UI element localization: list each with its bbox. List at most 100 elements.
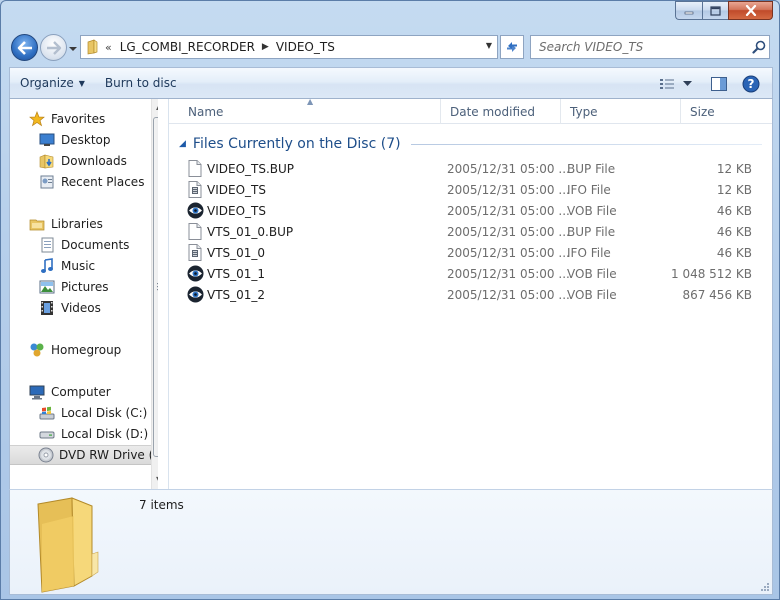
ifo-file-icon [187, 244, 203, 261]
group-header[interactable]: ◢ Files Currently on the Disc (7) [179, 133, 762, 155]
explorer-window: « LG_COMBI_RECORDER ▶ VIDEO_TS ▼ Organiz… [0, 0, 780, 600]
hard-drive-icon [38, 426, 56, 442]
scroll-up-icon[interactable]: ▲ [156, 102, 158, 111]
nav-scrollbar[interactable]: ▲ ▼ [151, 99, 158, 489]
nav-pictures[interactable]: Pictures [10, 277, 158, 297]
nav-favorites[interactable]: Favorites [10, 109, 158, 129]
file-row[interactable]: VTS_01_0 2005/12/31 05:00 ... IFO File 46 K… [169, 242, 772, 263]
file-row[interactable]: VIDEO_TS 2005/12/31 05:00 ... VOB File 46 K… [169, 200, 772, 221]
blank-file-icon [187, 160, 203, 177]
file-type: IFO File [567, 182, 611, 197]
organize-button[interactable]: Organize ▼ [10, 71, 95, 95]
file-list: Name ▲ Date modified Type Size ◢ Files C… [169, 97, 772, 489]
nav-desktop[interactable]: Desktop [10, 130, 158, 150]
burn-label: Burn to disc [104, 76, 177, 90]
refresh-button[interactable] [500, 35, 524, 59]
file-type: VOB File [567, 266, 617, 281]
nav-libraries[interactable]: Libraries [10, 214, 158, 234]
column-size-label: Size [690, 104, 715, 119]
breadcrumb-separator-icon[interactable]: ▶ [259, 42, 272, 52]
file-name: VTS_01_0 [207, 245, 266, 260]
nav-homegroup[interactable]: Homegroup [10, 340, 158, 360]
nav-local-disk-d[interactable]: Local Disk (D:) [10, 424, 158, 444]
nav-music[interactable]: Music [10, 256, 158, 276]
resize-grip-icon[interactable] [760, 582, 770, 592]
file-date: 2005/12/31 05:00 ... [447, 266, 570, 281]
details-pane: 7 items [9, 489, 773, 595]
file-row[interactable]: VTS_01_1 2005/12/31 05:00 ... VOB File 1 04… [169, 263, 772, 284]
column-date-modified[interactable]: Date modified [441, 99, 561, 124]
nav-downloads[interactable]: Downloads [10, 151, 158, 171]
preview-pane-button[interactable] [706, 72, 732, 96]
search-input[interactable] [531, 40, 749, 54]
nav-label: Local Disk (D:) [61, 427, 149, 441]
nav-label: Documents [61, 238, 130, 252]
back-button[interactable] [11, 34, 38, 61]
vob-eye-icon [187, 265, 204, 282]
column-type[interactable]: Type [561, 99, 681, 124]
folder-icon [81, 36, 103, 58]
address-overflow[interactable]: « [103, 41, 116, 54]
file-size: 12 KB [716, 182, 752, 197]
file-name: VIDEO_TS [207, 182, 266, 197]
file-name: VTS_01_1 [207, 266, 266, 281]
group-divider [410, 143, 762, 145]
nav-label: Computer [51, 385, 111, 399]
file-row[interactable]: VIDEO_TS.BUP 2005/12/31 05:00 ... BUP File… [169, 158, 772, 179]
nav-dvd-drive[interactable]: DVD RW Drive (E: [10, 445, 158, 465]
recent-pages-dropdown[interactable] [68, 43, 78, 53]
command-bar: Organize ▼ Burn to disc ? [9, 67, 773, 99]
large-folder-icon [32, 494, 128, 597]
breadcrumb-lg-combi-recorder[interactable]: LG_COMBI_RECORDER [116, 40, 259, 54]
file-row[interactable]: VTS_01_0.BUP 2005/12/31 05:00 ... BUP File… [169, 221, 772, 242]
file-type: BUP File [567, 224, 616, 239]
burn-to-disc-button[interactable]: Burn to disc [95, 71, 187, 95]
file-row[interactable]: VIDEO_TS 2005/12/31 05:00 ... IFO File 12 K… [169, 179, 772, 200]
nav-documents[interactable]: Documents [10, 235, 158, 255]
nav-recent-places[interactable]: Recent Places [10, 172, 158, 192]
preview-pane-icon [711, 77, 727, 91]
nav-label: Videos [61, 301, 101, 315]
file-size: 1 048 512 KB [671, 266, 752, 281]
libraries-icon [28, 216, 46, 232]
view-options-dropdown[interactable] [680, 72, 694, 96]
nav-label: Desktop [61, 133, 111, 147]
address-bar[interactable]: « LG_COMBI_RECORDER ▶ VIDEO_TS ▼ [80, 35, 498, 59]
nav-label: DVD RW Drive (E: [59, 448, 158, 462]
address-history-dropdown[interactable]: ▼ [483, 41, 495, 53]
nav-videos[interactable]: Videos [10, 298, 158, 318]
forward-button[interactable] [40, 34, 67, 61]
close-button[interactable] [728, 1, 773, 20]
nav-computer[interactable]: Computer [10, 382, 158, 402]
close-icon [745, 5, 756, 16]
minimize-button[interactable] [675, 1, 702, 20]
scroll-thumb[interactable] [153, 117, 158, 457]
file-type: VOB File [567, 287, 617, 302]
file-size: 46 KB [716, 224, 752, 239]
change-view-button[interactable] [654, 72, 680, 96]
forward-arrow-icon [46, 40, 61, 55]
maximize-button[interactable] [702, 1, 728, 20]
column-size[interactable]: Size [681, 99, 771, 124]
breadcrumb-video-ts[interactable]: VIDEO_TS [272, 40, 339, 54]
search-icon[interactable] [749, 40, 769, 54]
documents-icon [38, 237, 56, 253]
help-button[interactable]: ? [738, 72, 764, 96]
file-name: VIDEO_TS.BUP [207, 161, 295, 176]
column-name-label: Name [188, 104, 224, 119]
desktop-icon [38, 132, 56, 148]
scroll-down-icon[interactable]: ▼ [156, 475, 158, 484]
music-icon [38, 258, 56, 274]
search-box[interactable] [530, 35, 770, 59]
file-row[interactable]: VTS_01_2 2005/12/31 05:00 ... VOB File 867 … [169, 284, 772, 305]
navigation-pane: Favorites Desktop Downloads Recent Place… [10, 99, 158, 489]
file-name: VTS_01_2 [207, 287, 266, 302]
file-name: VIDEO_TS [207, 203, 266, 218]
nav-label: Recent Places [61, 175, 145, 189]
help-icon: ? [742, 75, 760, 93]
vob-eye-icon [187, 286, 204, 303]
nav-label: Local Disk (C:) [61, 406, 148, 420]
file-date: 2005/12/31 05:00 ... [447, 203, 570, 218]
collapse-group-icon[interactable]: ◢ [179, 139, 186, 149]
nav-local-disk-c[interactable]: Local Disk (C:) [10, 403, 158, 423]
